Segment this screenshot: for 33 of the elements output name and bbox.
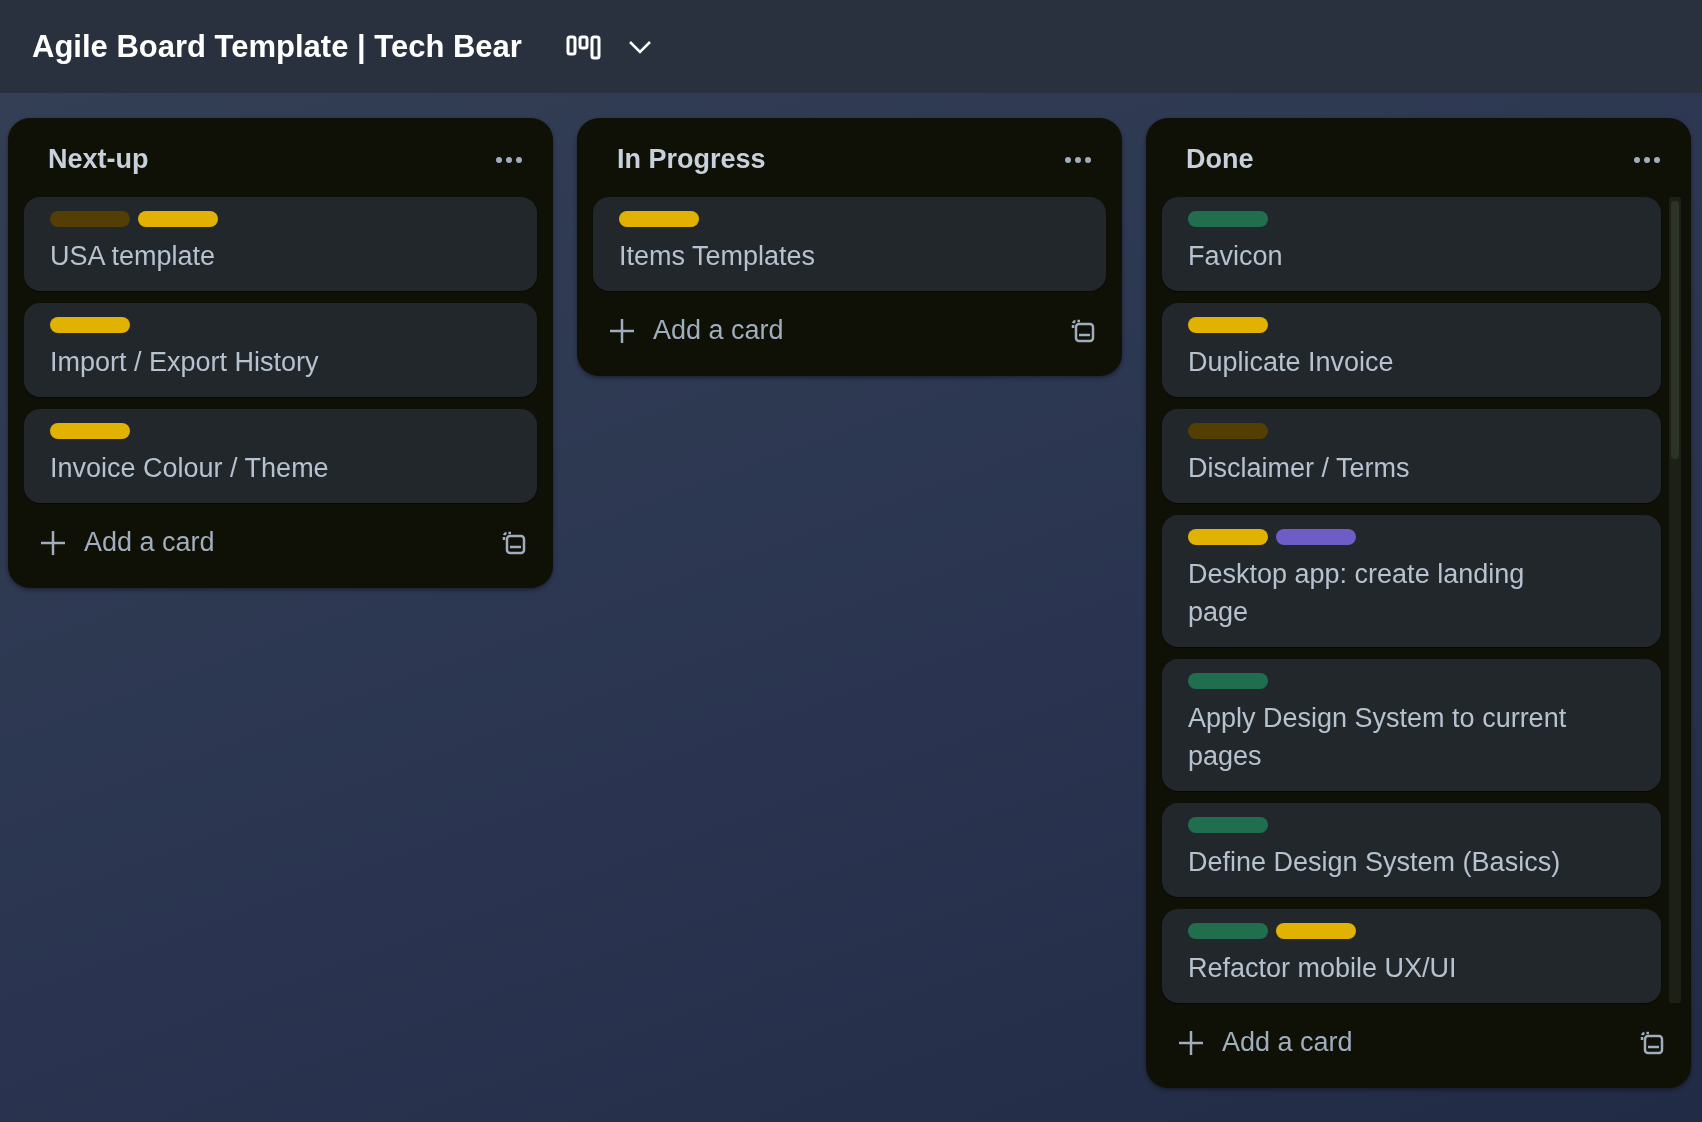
plus-icon: [609, 317, 635, 344]
plus-icon: [1178, 1029, 1204, 1056]
add-card-button[interactable]: Add a card: [30, 521, 225, 564]
task-card[interactable]: Duplicate Invoice: [1162, 303, 1661, 397]
card-title: Import / Export History: [50, 346, 320, 379]
task-card[interactable]: USA template: [24, 197, 537, 291]
card-title: Disclaimer / Terms: [1188, 452, 1411, 485]
task-card[interactable]: Import / Export History: [24, 303, 537, 397]
card-title: Refactor mobile UX/UI: [1188, 952, 1458, 985]
plus-icon: [40, 529, 66, 556]
task-card[interactable]: Desktop app: create landing page: [1162, 515, 1661, 647]
list-title: Next-up: [48, 144, 149, 175]
add-card-button[interactable]: Add a card: [1168, 1021, 1363, 1064]
card-title: Duplicate Invoice: [1188, 346, 1395, 379]
card-title: Invoice Colour / Theme: [50, 452, 330, 485]
task-card[interactable]: Refactor mobile UX/UI: [1162, 909, 1661, 1003]
task-card[interactable]: Invoice Colour / Theme: [24, 409, 537, 503]
add-card-button[interactable]: Add a card: [599, 309, 794, 352]
card-title: Desktop app: create landing page: [1188, 558, 1526, 629]
task-card[interactable]: Apply Design System to current pages: [1162, 659, 1661, 791]
task-card[interactable]: Items Templates: [593, 197, 1106, 291]
board-title: Agile Board Template | Tech Bear: [32, 28, 522, 65]
card-title: Items Templates: [619, 240, 817, 273]
scrollbar[interactable]: [1669, 197, 1681, 1003]
task-card[interactable]: Favicon: [1162, 197, 1661, 291]
card-title: USA template: [50, 240, 217, 273]
list-title: Done: [1186, 144, 1254, 175]
task-card[interactable]: Disclaimer / Terms: [1162, 409, 1661, 503]
list-title: In Progress: [617, 144, 766, 175]
card-title: Apply Design System to current pages: [1188, 702, 1568, 773]
card-title: Define Design System (Basics): [1188, 846, 1562, 879]
task-card[interactable]: Define Design System (Basics): [1162, 803, 1661, 897]
card-title: Favicon: [1188, 240, 1284, 273]
